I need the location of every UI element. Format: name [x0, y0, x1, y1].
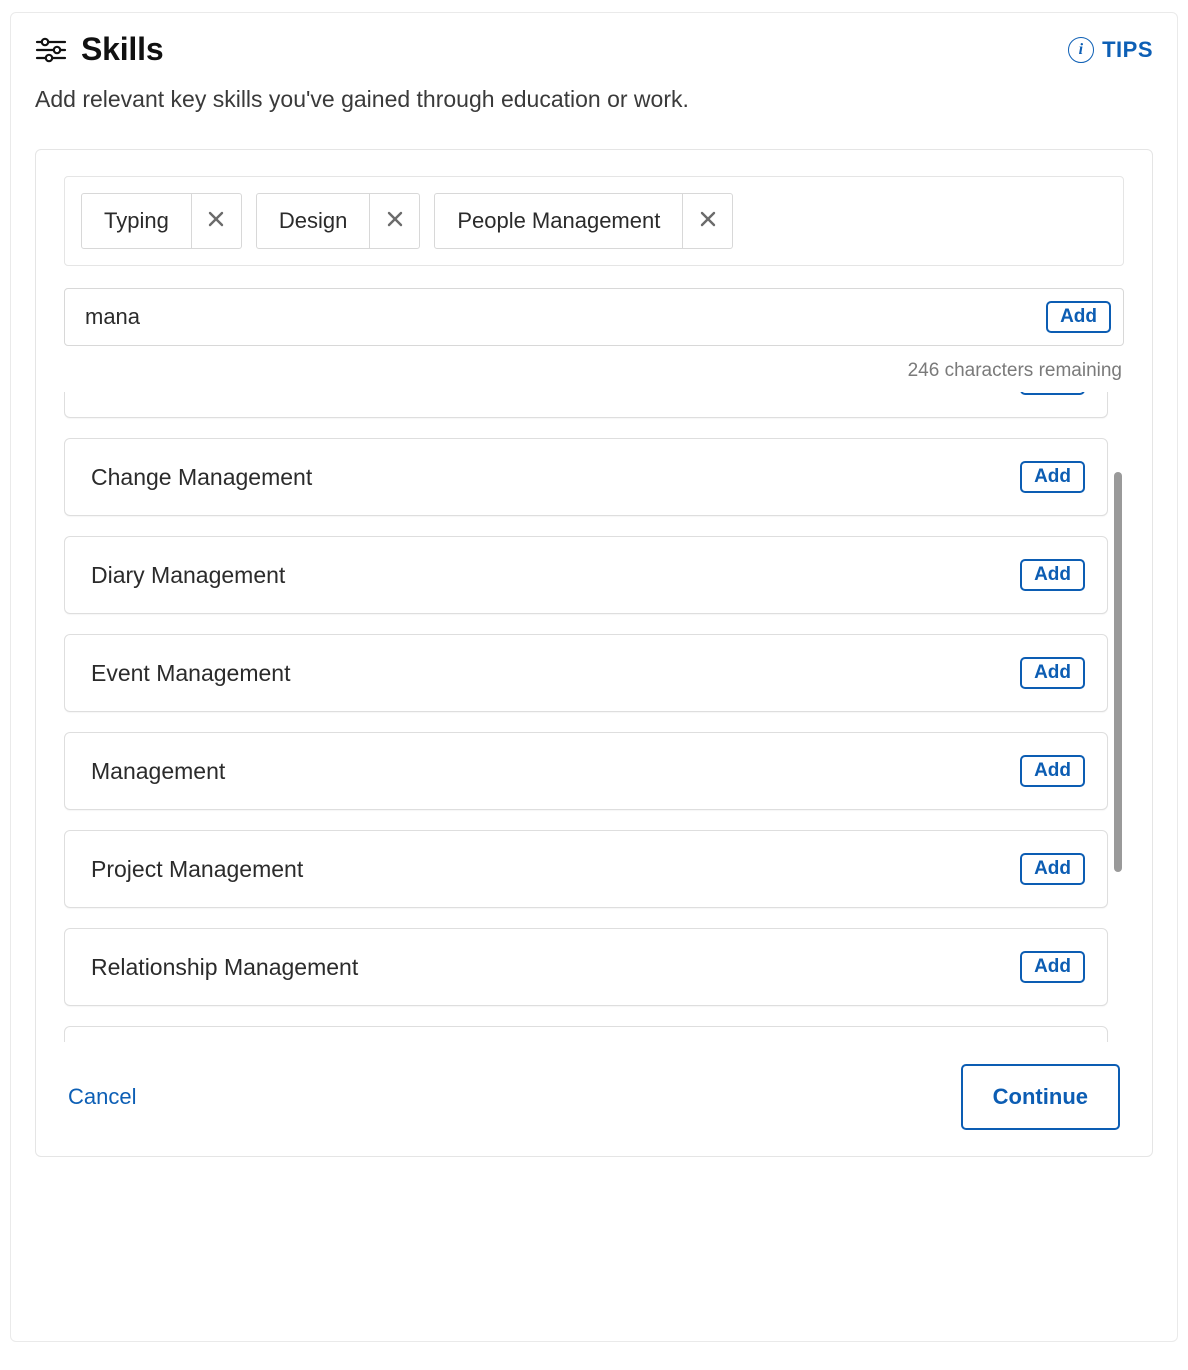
add-suggestion-button[interactable]: Add [1020, 392, 1085, 395]
add-suggestion-button[interactable]: Add [1020, 853, 1085, 885]
suggestion-item: Budget Management Add [64, 392, 1108, 418]
selected-skills-box: Typing Design People Management [64, 176, 1124, 266]
suggestion-item: Risk Management Add [64, 1026, 1108, 1042]
add-suggestion-button[interactable]: Add [1020, 657, 1085, 689]
suggestion-label: Management [91, 758, 225, 785]
panel-header: Skills i TIPS [35, 31, 1153, 68]
suggestion-item: Management Add [64, 732, 1108, 810]
add-skill-button[interactable]: Add [1046, 301, 1111, 333]
close-icon [386, 208, 404, 234]
scrollbar-thumb[interactable] [1114, 472, 1122, 872]
remove-skill-button[interactable] [369, 194, 419, 248]
suggestion-item: Diary Management Add [64, 536, 1108, 614]
skill-chip: Typing [81, 193, 242, 249]
form-footer: Cancel Continue [64, 1064, 1124, 1130]
close-icon [699, 208, 717, 234]
suggestion-label: Relationship Management [91, 954, 358, 981]
suggestion-label: Event Management [91, 660, 290, 687]
remove-skill-button[interactable] [191, 194, 241, 248]
panel-subtitle: Add relevant key skills you've gained th… [35, 86, 1153, 113]
skills-panel: Skills i TIPS Add relevant key skills yo… [10, 12, 1178, 1342]
sliders-icon [35, 36, 67, 64]
add-suggestion-button[interactable]: Add [1020, 951, 1085, 983]
suggestion-item: Relationship Management Add [64, 928, 1108, 1006]
suggestion-label: Change Management [91, 464, 312, 491]
tips-label: TIPS [1102, 37, 1153, 63]
tips-button[interactable]: i TIPS [1068, 37, 1153, 63]
skill-input[interactable] [81, 298, 1046, 336]
suggestions-viewport: Budget Management Add Change Management … [64, 392, 1124, 1042]
add-suggestion-button[interactable]: Add [1020, 755, 1085, 787]
characters-remaining: 246 characters remaining [64, 360, 1124, 382]
skills-form: Typing Design People Management [35, 149, 1153, 1157]
skill-input-row: Add [64, 288, 1124, 346]
skill-chip: Design [256, 193, 420, 249]
info-icon: i [1068, 37, 1094, 63]
scrollbar-track[interactable] [1112, 392, 1124, 1042]
close-icon [207, 208, 225, 234]
suggestion-item: Project Management Add [64, 830, 1108, 908]
skill-chip-label: People Management [435, 194, 682, 248]
add-suggestion-button[interactable]: Add [1020, 559, 1085, 591]
suggestion-label: Budget Management [91, 392, 305, 393]
skill-chip-label: Typing [82, 194, 191, 248]
page-title: Skills [81, 31, 163, 68]
suggestion-label: Diary Management [91, 562, 285, 589]
suggestion-item: Event Management Add [64, 634, 1108, 712]
suggestion-item: Change Management Add [64, 438, 1108, 516]
cancel-button[interactable]: Cancel [68, 1084, 136, 1110]
remove-skill-button[interactable] [682, 194, 732, 248]
skill-chip: People Management [434, 193, 733, 249]
suggestion-label: Project Management [91, 856, 303, 883]
skill-chip-label: Design [257, 194, 369, 248]
title-group: Skills [35, 31, 163, 68]
add-suggestion-button[interactable]: Add [1020, 461, 1085, 493]
continue-button[interactable]: Continue [961, 1064, 1120, 1130]
suggestions-list[interactable]: Budget Management Add Change Management … [64, 392, 1108, 1042]
